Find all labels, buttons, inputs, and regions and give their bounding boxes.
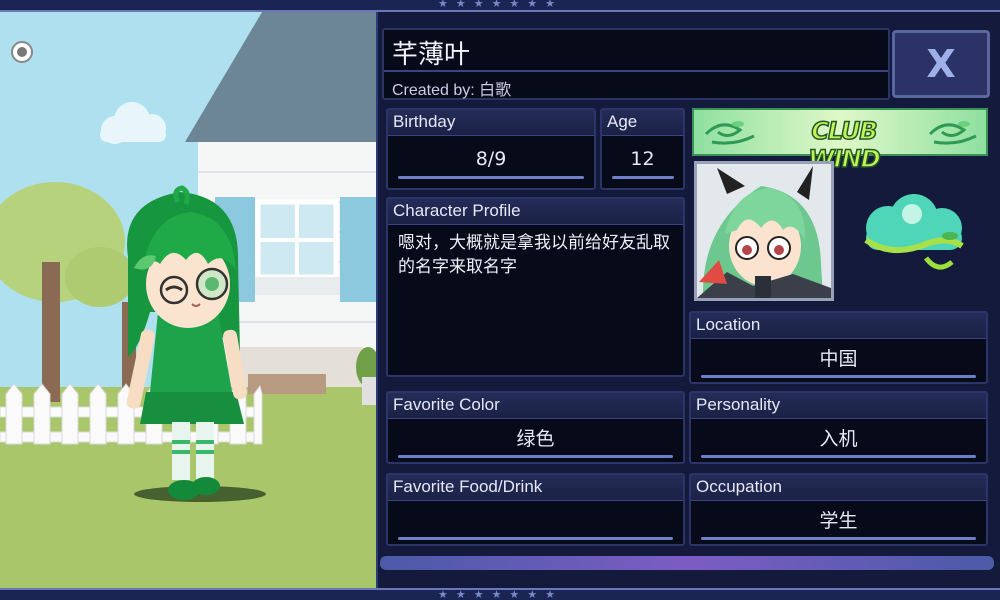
age-underline xyxy=(612,176,674,179)
created-by: Created by: 白歌 xyxy=(392,76,511,100)
occupation-value: 学生 xyxy=(819,510,858,532)
panel-bottom-stripe xyxy=(380,556,994,570)
location-label: Location xyxy=(691,313,986,339)
occupation-underline xyxy=(701,537,976,540)
wind-cloud-icon xyxy=(864,194,964,270)
character-profile-field[interactable]: Character Profile 嗯对，大概就是拿我以前给好友乱取的名字来取名… xyxy=(386,197,685,377)
club-banner: CLUB WIND xyxy=(692,108,988,174)
location-field[interactable]: Location 中国 xyxy=(689,311,988,384)
personality-value: 入机 xyxy=(819,428,858,450)
favorite-color-label: Favorite Color xyxy=(388,393,683,419)
close-button[interactable]: X xyxy=(892,30,990,98)
location-underline xyxy=(701,375,976,378)
character-scene xyxy=(0,12,378,588)
favorite-color-field[interactable]: Favorite Color 绿色 xyxy=(386,391,685,464)
name-box: 芊薄叶 Created by: 白歌 xyxy=(382,28,890,100)
menu-circle-icon[interactable] xyxy=(11,41,33,63)
character-profile-label: Character Profile xyxy=(388,199,683,225)
personality-label: Personality xyxy=(691,393,986,419)
personality-field[interactable]: Personality 入机 xyxy=(689,391,988,464)
occupation-field[interactable]: Occupation 学生 xyxy=(689,473,988,546)
location-value: 中国 xyxy=(819,348,858,370)
scene-illustration xyxy=(0,12,378,588)
favorite-food-underline xyxy=(398,537,673,540)
occupation-label: Occupation xyxy=(691,475,986,501)
favorite-food-value xyxy=(388,501,683,506)
favorite-food-label: Favorite Food/Drink xyxy=(388,475,683,501)
birthday-field[interactable]: Birthday 8/9 xyxy=(386,108,596,190)
close-icon: X xyxy=(926,42,956,86)
name-divider xyxy=(384,70,888,72)
character-name: 芊薄叶 xyxy=(392,40,471,70)
birthday-underline xyxy=(398,176,584,179)
favorite-color-value: 绿色 xyxy=(516,428,555,450)
birthday-label: Birthday xyxy=(388,110,594,136)
created-by-label: Created by: xyxy=(392,82,475,99)
age-label: Age xyxy=(602,110,683,136)
top-stars-decoration: ★★★★★★★ xyxy=(437,0,564,10)
personality-underline xyxy=(701,455,976,458)
age-field[interactable]: Age 12 xyxy=(600,108,685,190)
bottom-stars-decoration: ★★★★★★★ xyxy=(437,588,564,600)
creator-name: 白歌 xyxy=(479,80,512,99)
character-portrait xyxy=(694,161,834,301)
favorite-food-field[interactable]: Favorite Food/Drink xyxy=(386,473,685,546)
character-profile-text: 嗯对，大概就是拿我以前给好友乱取的名字来取名字 xyxy=(398,233,670,277)
favorite-color-underline xyxy=(398,455,673,458)
age-value: 12 xyxy=(630,148,655,170)
birthday-value: 8/9 xyxy=(475,148,507,170)
